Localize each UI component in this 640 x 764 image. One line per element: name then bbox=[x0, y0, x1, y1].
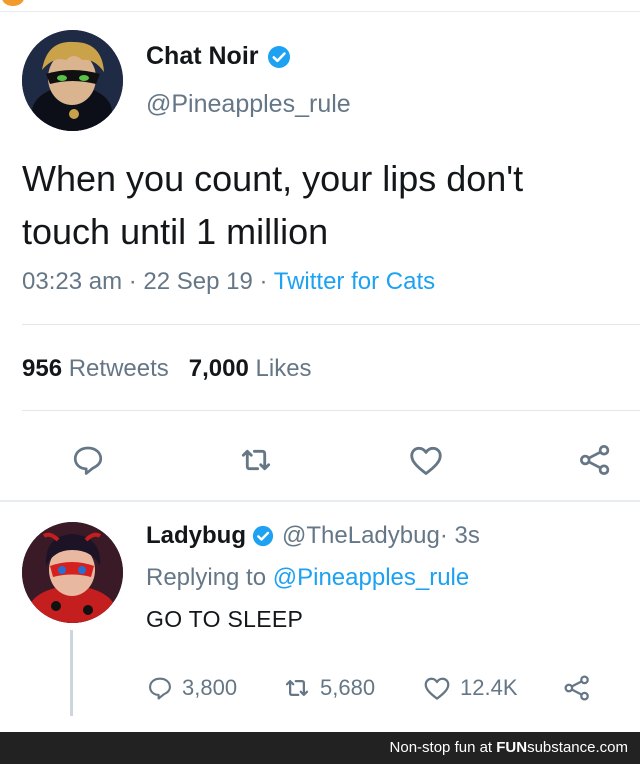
previous-tweet-strip bbox=[0, 0, 640, 12]
replying-prefix: Replying to bbox=[146, 564, 273, 591]
tweet-action-bar bbox=[0, 440, 640, 480]
reply-button[interactable] bbox=[68, 440, 108, 480]
share-icon bbox=[564, 675, 589, 701]
like-count: 12.4K bbox=[460, 675, 518, 700]
previous-avatar-fragment bbox=[2, 0, 24, 6]
tweet-text-line-1: When you count, your lips don't bbox=[22, 158, 524, 199]
tweet-text: When you count, your lips don't touch un… bbox=[22, 152, 622, 258]
author-handle[interactable]: @TheLadybug bbox=[282, 522, 440, 550]
verified-badge-icon bbox=[267, 45, 290, 68]
share-button[interactable] bbox=[575, 440, 615, 480]
divider bbox=[22, 410, 640, 411]
reply-text: GO TO SLEEP bbox=[146, 606, 304, 632]
retweet-count: 5,680 bbox=[320, 675, 376, 700]
retweet-icon bbox=[285, 680, 309, 696]
watermark-suffix: .com bbox=[595, 739, 628, 756]
like-icon bbox=[410, 446, 442, 475]
avatar[interactable] bbox=[22, 30, 123, 131]
watermark-brand-bold: FUN bbox=[496, 739, 528, 756]
like-icon bbox=[424, 677, 450, 700]
reply-author-row: Ladybug @TheLadybug · 3s bbox=[146, 522, 480, 550]
tweet-metadata: 03:23 am · 22 Sep 19 · Twitter for Cats bbox=[22, 268, 435, 296]
author-name-row: Chat Noir bbox=[146, 42, 291, 71]
tweet-time[interactable]: 03:23 am bbox=[22, 268, 122, 295]
likes-count: 7,000 bbox=[188, 355, 249, 382]
reply-time[interactable]: · 3s bbox=[440, 522, 480, 550]
retweets-count: 956 bbox=[22, 355, 63, 382]
tweet-source-link[interactable]: Twitter for Cats bbox=[274, 268, 435, 295]
share-button[interactable] bbox=[562, 672, 600, 704]
reply-action-bar: 3,800 5,680 12.4K bbox=[146, 672, 640, 704]
retweets-stat[interactable]: 956 Retweets bbox=[22, 355, 169, 382]
retweet-icon bbox=[241, 449, 271, 471]
display-name[interactable]: Chat Noir bbox=[146, 42, 259, 71]
watermark-prefix: Non-stop fun at bbox=[389, 739, 497, 756]
reply-tweet[interactable]: Ladybug @TheLadybug · 3s Replying to @Pi… bbox=[0, 502, 640, 732]
meta-separator: · bbox=[252, 268, 274, 295]
avatar[interactable] bbox=[22, 522, 123, 623]
replying-to: Replying to @Pineapples_rule bbox=[146, 564, 469, 592]
share-icon bbox=[580, 445, 610, 475]
retweets-label: Retweets bbox=[68, 355, 169, 382]
retweet-button[interactable]: 5,680 bbox=[282, 672, 375, 704]
meta-separator: · bbox=[122, 268, 144, 295]
watermark-text[interactable]: Non-stop fun at FUNsubstance.com bbox=[390, 739, 628, 756]
tweet-text-line-2: touch until 1 million bbox=[22, 211, 329, 252]
tweet-date[interactable]: 22 Sep 19 bbox=[143, 268, 252, 295]
like-button[interactable]: 12.4K bbox=[422, 672, 518, 704]
display-name[interactable]: Ladybug bbox=[146, 522, 246, 550]
likes-stat[interactable]: 7,000 Likes bbox=[189, 355, 312, 382]
divider bbox=[22, 324, 640, 325]
author-handle[interactable]: @Pineapples_rule bbox=[146, 90, 351, 119]
main-tweet[interactable]: Chat Noir @Pineapples_rule When you coun… bbox=[0, 12, 640, 502]
watermark-footer: Non-stop fun at FUNsubstance.com bbox=[0, 732, 640, 764]
watermark-brand-rest: substance bbox=[527, 739, 596, 756]
likes-label: Likes bbox=[255, 355, 312, 382]
verified-badge-icon bbox=[252, 525, 274, 547]
reply-count: 3,800 bbox=[182, 675, 238, 700]
thread-line bbox=[70, 630, 73, 716]
chat-noir-avatar-image bbox=[22, 30, 123, 131]
reply-button[interactable]: 3,800 bbox=[146, 672, 237, 704]
engagement-counts: 956 Retweets 7,000 Likes bbox=[22, 355, 312, 383]
reply-icon bbox=[149, 677, 171, 700]
mention-link[interactable]: @Pineapples_rule bbox=[273, 564, 470, 591]
ladybug-avatar-image bbox=[22, 522, 123, 623]
retweet-button[interactable] bbox=[236, 440, 276, 480]
reply-icon bbox=[73, 446, 103, 475]
like-button[interactable] bbox=[406, 440, 446, 480]
